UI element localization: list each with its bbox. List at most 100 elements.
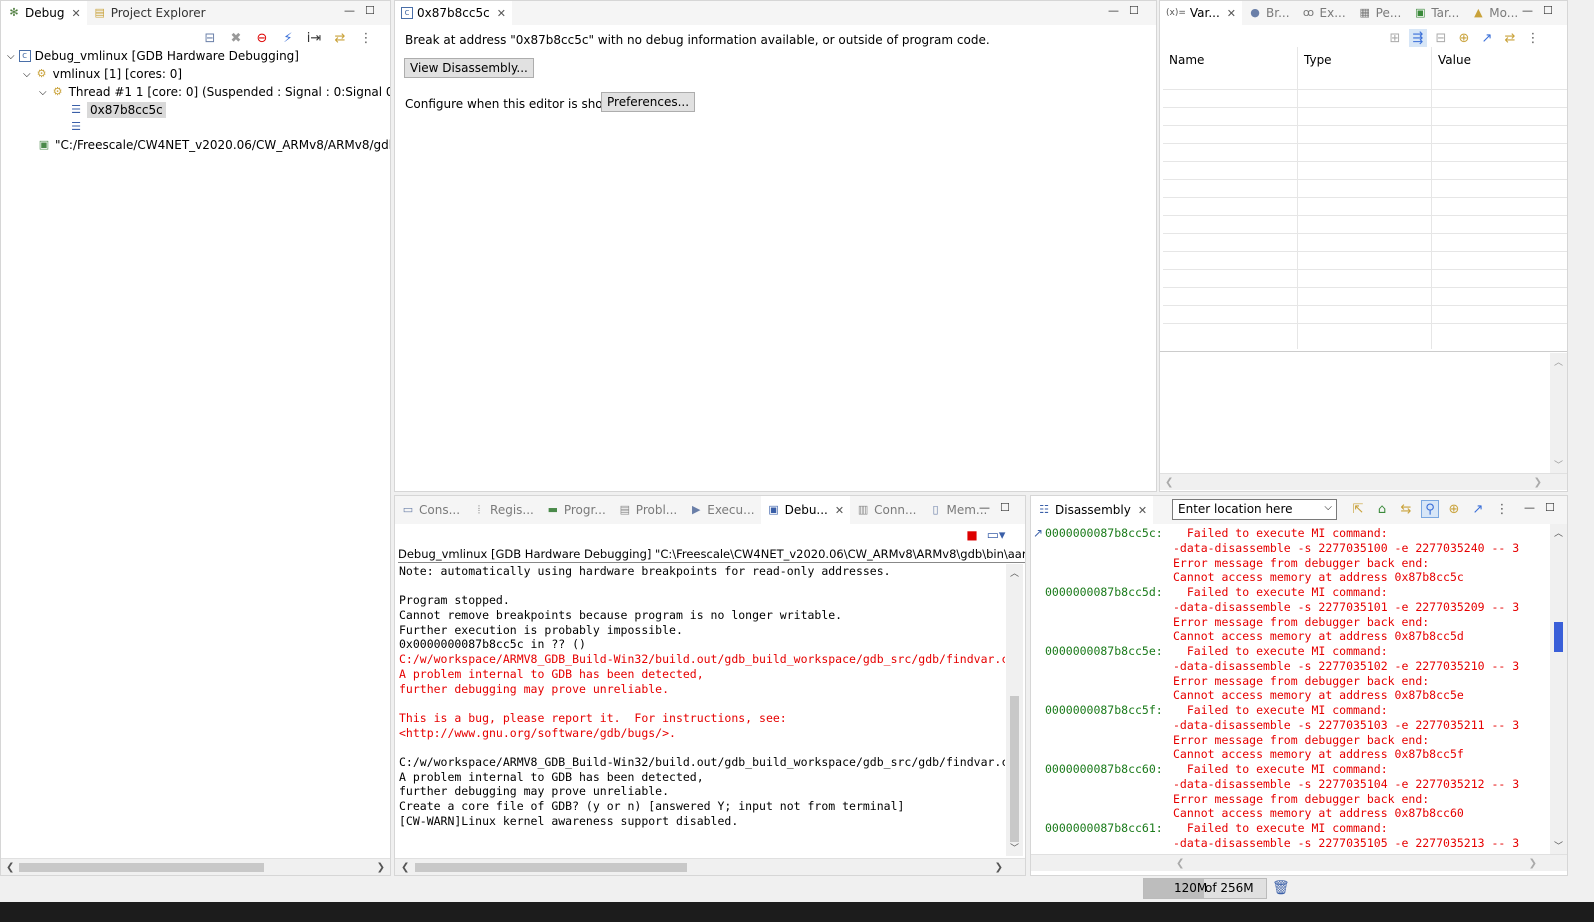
scroll-left-icon[interactable]: ❮ <box>1165 474 1173 491</box>
disconnect-icon[interactable]: ⊖ <box>253 29 271 47</box>
location-input[interactable]: Enter location here <box>1178 502 1293 516</box>
terminate-icon[interactable]: ■ <box>963 526 981 544</box>
disassembly-vscrollbar[interactable]: ︿ ﹀ <box>1550 524 1567 854</box>
go-to-pc-icon[interactable]: ⇱ <box>1349 500 1367 518</box>
chevron-down-icon[interactable]: ⌵ <box>23 69 31 80</box>
remove-terminated-icon[interactable]: ✖ <box>227 29 245 47</box>
close-icon[interactable]: ✕ <box>1227 7 1236 20</box>
tab-expressions[interactable]: ꝏ Ex... <box>1296 1 1352 25</box>
tab-breakpoints[interactable]: ● Br... <box>1242 1 1296 25</box>
tab-project-explorer[interactable]: ▤ Project Explorer <box>87 1 212 25</box>
tab-modules[interactable]: ▲ Mo... <box>1465 1 1524 25</box>
maximize-icon[interactable]: ☐ <box>1129 4 1139 17</box>
disassembly-hscrollbar[interactable]: ❮ ❯ <box>1031 854 1567 871</box>
sync-icon[interactable]: ⇄ <box>1501 29 1519 47</box>
column-header-type[interactable]: Type <box>1304 53 1332 67</box>
tree-row-thread[interactable]: ⌵ ⚙ Thread #1 1 [core: 0] (Suspended : S… <box>39 85 390 99</box>
scroll-up-icon[interactable]: ︿ <box>1010 566 1019 579</box>
tab-peripherals[interactable]: ▦ Pe... <box>1352 1 1408 25</box>
scroll-down-icon[interactable]: ﹀ <box>1010 841 1019 854</box>
scroll-right-icon[interactable]: ❯ <box>995 859 1003 875</box>
connect-icon[interactable]: ⚡ <box>279 29 297 47</box>
sync-icon[interactable]: ⇄ <box>331 29 349 47</box>
view-menu-icon[interactable]: ⋮ <box>1493 500 1511 518</box>
tab-editor-address[interactable]: c 0x87b8cc5c ✕ <box>395 1 512 25</box>
tree-row-gdb[interactable]: ▣ "C:/Freescale/CW4NET_v2020.06/CW_ARMv8… <box>37 138 390 152</box>
scroll-down-icon[interactable]: ﹀ <box>1554 839 1563 852</box>
tab-variables[interactable]: (x)= Var... ✕ <box>1160 1 1243 25</box>
console-vscrollbar[interactable]: ︿ ﹀ <box>1006 564 1023 856</box>
maximize-icon[interactable]: ☐ <box>1545 501 1555 514</box>
chevron-down-icon[interactable]: ⌵ <box>7 51 15 62</box>
show-logical-structure-icon[interactable]: ⇶ <box>1409 29 1427 47</box>
scroll-thumb[interactable] <box>1554 622 1563 652</box>
chevron-down-icon[interactable]: ⌵ <box>1324 502 1332 513</box>
scroll-left-icon[interactable]: ❮ <box>401 859 409 875</box>
tree-row-frame[interactable]: ☰ 0x87b8cc5c <box>69 102 166 118</box>
location-combo[interactable]: Enter location here ⌵ <box>1172 499 1337 520</box>
collapse-all-icon[interactable]: ⊟ <box>201 29 219 47</box>
minimize-icon[interactable]: — <box>1524 501 1535 514</box>
scroll-thumb[interactable] <box>19 863 264 872</box>
scroll-thumb[interactable] <box>415 863 687 872</box>
console-output[interactable]: Note: automatically using hardware break… <box>399 564 1005 854</box>
disassembly-content[interactable]: 0000000087b8cc5c: Failed to execute MI c… <box>1045 526 1535 853</box>
scroll-up-icon[interactable]: ︿ <box>1554 526 1563 539</box>
debug-hscrollbar[interactable]: ❮ ❯ <box>1 858 390 875</box>
heap-status[interactable]: 120M of 256M <box>1143 878 1267 899</box>
pin-icon[interactable]: ↗ <box>1478 29 1496 47</box>
scroll-down-icon[interactable]: ﹀ <box>1554 458 1563 471</box>
column-header-value[interactable]: Value <box>1438 53 1471 67</box>
minimize-icon[interactable]: — <box>979 501 990 514</box>
show-source-icon[interactable]: ⚲ <box>1421 500 1439 518</box>
scroll-left-icon[interactable]: ❮ <box>1176 855 1184 872</box>
close-icon[interactable]: ✕ <box>835 504 844 517</box>
step-instruction-icon[interactable]: i⇥ <box>305 29 323 47</box>
maximize-icon[interactable]: ☐ <box>365 4 375 17</box>
close-icon[interactable]: ✕ <box>71 7 80 20</box>
minimize-icon[interactable]: — <box>344 4 355 17</box>
tree-row-process[interactable]: ⌵ ⚙ vmlinux [1] [cores: 0] <box>23 67 182 81</box>
maximize-icon[interactable]: ☐ <box>1543 4 1553 17</box>
view-menu-icon[interactable]: ⋮ <box>1524 29 1542 47</box>
chevron-down-icon[interactable]: ⌵ <box>39 87 47 98</box>
preferences-button[interactable]: Preferences... <box>601 92 696 112</box>
new-view-icon[interactable]: ⊕ <box>1455 29 1473 47</box>
tab-target[interactable]: ▣ Tar... <box>1407 1 1465 25</box>
show-type-names-icon[interactable]: ⊞ <box>1386 29 1404 47</box>
details-hscrollbar[interactable]: ❮ ❯ <box>1160 473 1567 490</box>
column-header-name[interactable]: Name <box>1169 53 1204 67</box>
tab-progress[interactable]: ▬ Progr... <box>540 498 612 522</box>
tree-row-launch[interactable]: ⌵ c Debug_vmlinux [GDB Hardware Debuggin… <box>7 49 299 63</box>
minimize-icon[interactable]: — <box>1522 4 1533 17</box>
close-icon[interactable]: ✕ <box>497 7 506 20</box>
minimize-icon[interactable]: — <box>1108 4 1119 17</box>
maximize-icon[interactable]: ☐ <box>1000 501 1010 514</box>
tab-console[interactable]: ▭ Cons... <box>395 498 466 522</box>
new-view-icon[interactable]: ⊕ <box>1445 500 1463 518</box>
console-hscrollbar[interactable]: ❮ ❯ <box>395 858 1025 875</box>
details-vscrollbar[interactable]: ︿ ﹀ <box>1550 353 1567 473</box>
close-icon[interactable]: ✕ <box>1138 504 1147 517</box>
tab-debugger-console[interactable]: ▣ Debu... ✕ <box>760 496 851 524</box>
view-disassembly-button[interactable]: View Disassembly... <box>404 58 534 78</box>
display-console-icon[interactable]: ▭▾ <box>987 526 1006 544</box>
collapse-all-icon[interactable]: ⊟ <box>1432 29 1450 47</box>
tab-debug[interactable]: ✻ Debug ✕ <box>1 1 87 25</box>
home-icon[interactable]: ⌂ <box>1373 500 1391 518</box>
tab-problems[interactable]: ▤ Probl... <box>612 498 683 522</box>
scroll-right-icon[interactable]: ❯ <box>377 859 385 875</box>
scroll-up-icon[interactable]: ︿ <box>1554 355 1563 368</box>
scroll-thumb[interactable] <box>1010 696 1019 842</box>
scroll-left-icon[interactable]: ❮ <box>6 859 14 875</box>
tab-connections[interactable]: ▥ Conn... <box>850 498 922 522</box>
scroll-right-icon[interactable]: ❯ <box>1534 474 1542 491</box>
tree-row-frame-empty[interactable]: ☰ <box>69 120 83 134</box>
tab-executables[interactable]: ▶ Execu... <box>683 498 760 522</box>
pin-icon[interactable]: ↗ <box>1469 500 1487 518</box>
tab-disassembly[interactable]: ☷ Disassembly ✕ <box>1031 496 1154 524</box>
tab-registers[interactable]: ⦙ Regis... <box>466 498 540 522</box>
trash-icon[interactable]: 🗑 <box>1272 880 1290 896</box>
link-with-editor-icon[interactable]: ⇆ <box>1397 500 1415 518</box>
scroll-right-icon[interactable]: ❯ <box>1529 855 1537 872</box>
